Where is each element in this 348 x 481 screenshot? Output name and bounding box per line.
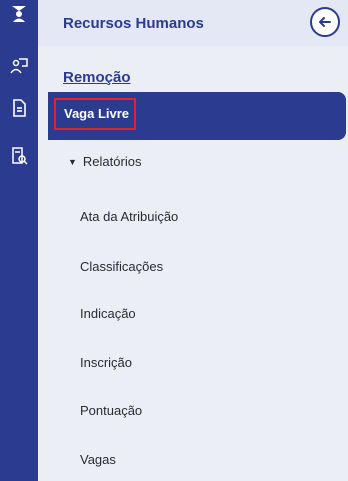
submenu-item-vagas[interactable]: Vagas xyxy=(80,452,116,467)
submenu-item-ata-da-atribuicao[interactable]: Ata da Atribuição xyxy=(80,209,178,224)
menu-group-relatorios[interactable]: ▼ Relatórios xyxy=(68,154,141,169)
submenu-item-pontuacao[interactable]: Pontuação xyxy=(80,403,142,418)
caret-down-icon: ▼ xyxy=(68,156,77,167)
document-search-icon[interactable] xyxy=(7,144,31,168)
side-panel: Recursos Humanos Remoção Vaga Livre ▼ Re… xyxy=(38,0,348,481)
arrow-left-icon xyxy=(319,17,331,27)
menu-item-vaga-livre[interactable]: Vaga Livre xyxy=(48,92,346,140)
section-title[interactable]: Remoção xyxy=(63,69,131,86)
icon-rail xyxy=(0,0,38,481)
submenu-item-classificacoes[interactable]: Classificações xyxy=(80,259,163,274)
presentation-user-icon[interactable] xyxy=(7,54,31,78)
submenu-item-inscricao[interactable]: Inscrição xyxy=(80,355,132,370)
panel-header: Recursos Humanos xyxy=(38,0,348,46)
collapse-button[interactable] xyxy=(310,7,340,37)
panel-title: Recursos Humanos xyxy=(63,15,204,32)
menu-group-label: Relatórios xyxy=(82,154,142,169)
submenu-item-indicacao[interactable]: Indicação xyxy=(80,306,136,321)
document-icon[interactable] xyxy=(0,92,38,124)
graduation-user-icon[interactable] xyxy=(7,2,31,26)
menu-item-label: Vaga Livre xyxy=(64,106,130,121)
